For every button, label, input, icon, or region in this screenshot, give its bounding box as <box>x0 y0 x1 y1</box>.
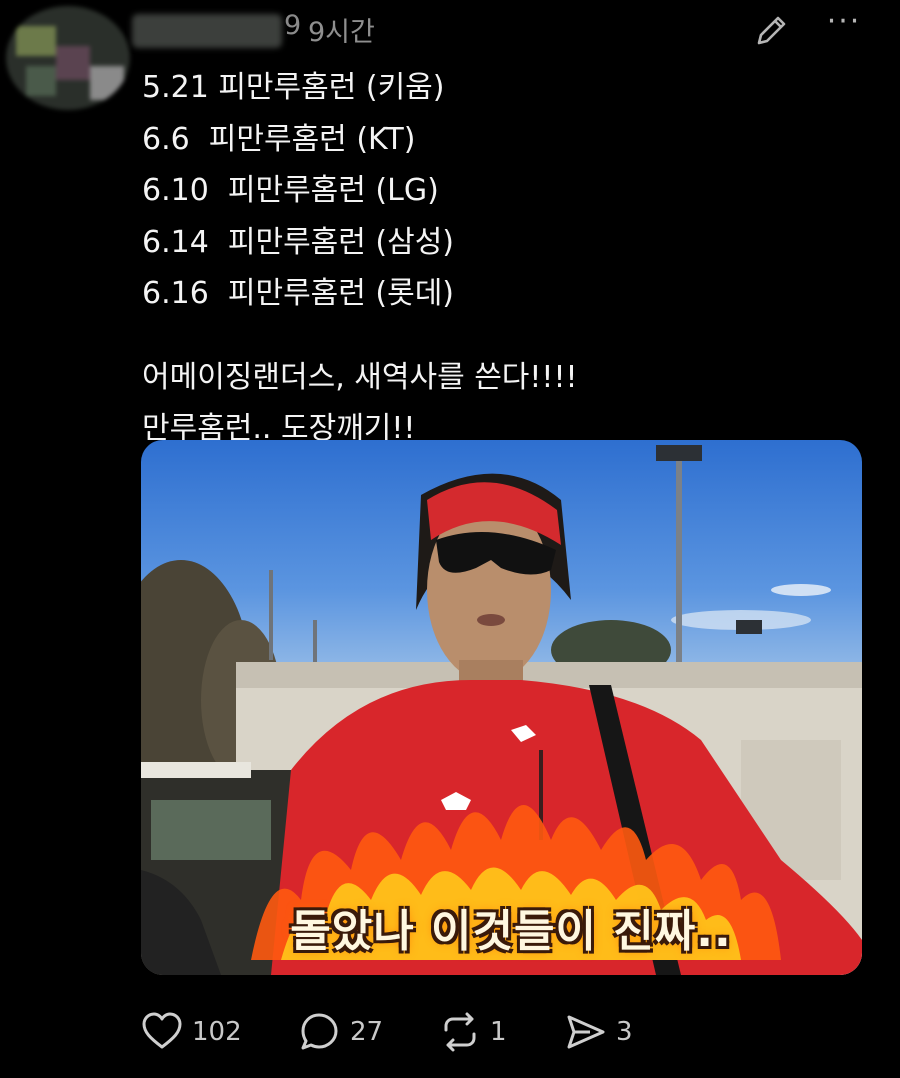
repost-icon <box>444 1012 476 1052</box>
comment-line: 어메이징랜더스, 새역사를 쓴다!!!! <box>142 359 578 395</box>
reply-button[interactable]: 27 <box>298 1008 383 1056</box>
action-bar: 102 27 1 3 <box>140 1008 860 1056</box>
post-text: 5.21 피만루홈런 (키움) 6.6 피만루홈런 (KT) 6.10 피만루홈… <box>142 62 882 455</box>
repost-button[interactable]: 1 <box>438 1008 507 1056</box>
share-button[interactable]: 3 <box>564 1008 633 1056</box>
list-item: 6.10 피만루홈런 (LG) <box>142 173 439 208</box>
more-icon[interactable]: ··· <box>822 7 866 48</box>
list-item: 6.16 피만루홈런 (롯데) <box>142 276 455 311</box>
list-item: 6.6 피만루홈런 (KT) <box>142 121 416 157</box>
video-caption: 돌았나 이것들이 진짜.. <box>290 906 732 957</box>
list-item: 5.21 피만루홈런 (키움) <box>142 70 445 105</box>
username-tail[interactable]: 9 <box>284 10 301 41</box>
post-image[interactable]: 돌았나 이것들이 진짜.. <box>141 440 862 975</box>
pencil-icon[interactable] <box>752 10 792 50</box>
share-icon <box>567 1015 605 1049</box>
reply-count: 27 <box>350 1017 384 1047</box>
like-count: 102 <box>192 1017 242 1047</box>
repost-count: 1 <box>490 1017 507 1047</box>
list-item: 6.14 피만루홈런 (삼성) <box>142 224 455 260</box>
avatar[interactable] <box>6 6 130 110</box>
post-time: 9시간 <box>308 17 375 48</box>
post-header: 9 9시간 ··· <box>0 0 900 110</box>
reply-icon <box>301 1013 338 1050</box>
username-redacted[interactable] <box>132 14 282 48</box>
like-button[interactable]: 102 <box>140 1008 242 1056</box>
share-count: 3 <box>616 1017 633 1047</box>
heart-icon <box>142 1012 182 1049</box>
